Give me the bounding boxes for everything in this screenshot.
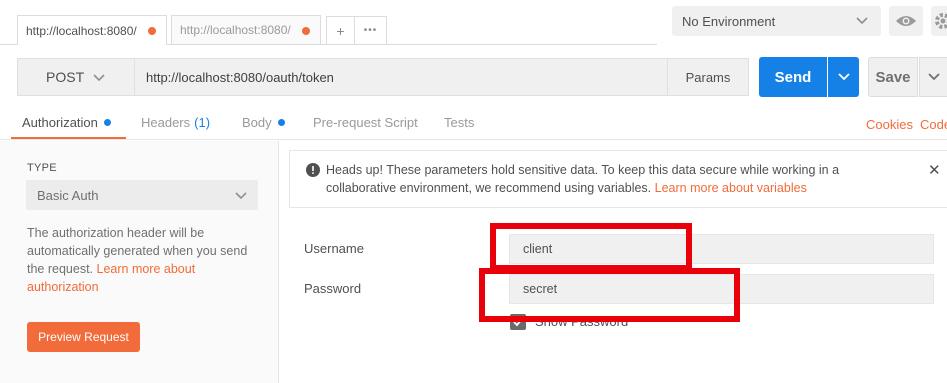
eye-icon (896, 16, 916, 26)
username-highlight-box (490, 223, 692, 271)
request-tab-active[interactable]: http://localhost:8080/ (17, 15, 167, 45)
unsaved-dot-icon (148, 27, 156, 35)
notice-text: Heads up! These parameters hold sensitiv… (326, 161, 906, 197)
chevron-down-icon (837, 73, 850, 81)
close-icon[interactable]: ✕ (928, 161, 941, 179)
method-select[interactable]: POST (17, 58, 134, 96)
info-icon (306, 163, 320, 177)
headers-count-badge: (1) (194, 115, 211, 130)
request-tab-label: http://localhost:8080/ (26, 23, 137, 38)
plus-icon: + (336, 22, 345, 39)
tab-tests-label: Tests (444, 115, 475, 130)
request-tab-inactive[interactable]: http://localhost:8080/ (171, 15, 321, 45)
learn-more-variables-link[interactable]: Learn more about variables (655, 181, 807, 195)
chevron-down-icon (928, 73, 940, 81)
modified-dot-icon (103, 119, 111, 126)
save-options-button[interactable] (919, 57, 947, 97)
more-icon: ••• (363, 25, 378, 36)
environment-select[interactable]: No Environment (672, 6, 881, 36)
auth-type-value: Basic Auth (37, 187, 99, 203)
tab-headers-label: Headers (141, 115, 191, 130)
password-highlight-box (479, 268, 740, 322)
auth-description: The authorization header will be automat… (27, 224, 259, 296)
username-label: Username (304, 241, 364, 256)
modified-dot-icon (277, 119, 285, 126)
sub-tabs-divider (0, 139, 947, 140)
url-input[interactable]: http://localhost:8080/oauth/token (134, 58, 668, 96)
tab-body[interactable]: Body (242, 115, 285, 130)
method-label: POST (46, 69, 85, 85)
request-sub-tabs: Authorization Headers (1) Body Pre-reque… (0, 108, 947, 140)
send-button[interactable]: Send (759, 57, 827, 97)
sensitive-data-notice: Heads up! These parameters hold sensitiv… (289, 150, 947, 208)
url-value: http://localhost:8080/oauth/token (146, 69, 334, 85)
tab-body-label: Body (242, 115, 272, 130)
save-label: Save (875, 68, 911, 86)
tab-tests[interactable]: Tests (444, 115, 474, 130)
chevron-down-icon (93, 74, 105, 82)
unsaved-dot-icon (302, 27, 310, 35)
tab-options-button[interactable]: ••• (354, 16, 387, 45)
tab-pre-request-label: Pre-request Script (313, 115, 418, 130)
auth-type-heading: TYPE (27, 162, 57, 174)
save-button[interactable]: Save (868, 57, 918, 97)
tab-authorization[interactable]: Authorization (22, 115, 111, 130)
preview-request-button[interactable]: Preview Request (27, 322, 140, 352)
password-label: Password (304, 281, 362, 296)
request-tab-strip: http://localhost:8080/ http://localhost:… (0, 0, 947, 49)
code-link[interactable]: Code (920, 117, 947, 132)
params-button[interactable]: Params (667, 58, 749, 96)
environment-selected-label: No Environment (682, 13, 776, 29)
chevron-down-icon (856, 17, 868, 25)
tab-pre-request-script[interactable]: Pre-request Script (313, 115, 418, 130)
send-options-button[interactable] (828, 57, 859, 97)
params-label: Params (685, 69, 731, 85)
environment-quick-look-button[interactable] (889, 6, 923, 36)
send-label: Send (774, 68, 812, 86)
tab-authorization-label: Authorization (22, 115, 98, 130)
gear-icon (935, 13, 947, 29)
cookies-link[interactable]: Cookies (866, 117, 913, 132)
auth-type-select[interactable]: Basic Auth (26, 180, 258, 210)
preview-request-label: Preview Request (38, 330, 129, 344)
request-tab-label: http://localhost:8080/ (180, 23, 291, 37)
tab-headers[interactable]: Headers (1) (141, 115, 210, 130)
new-tab-button[interactable]: + (326, 16, 355, 45)
chevron-down-icon (235, 192, 247, 200)
manage-environments-button[interactable] (931, 6, 947, 36)
